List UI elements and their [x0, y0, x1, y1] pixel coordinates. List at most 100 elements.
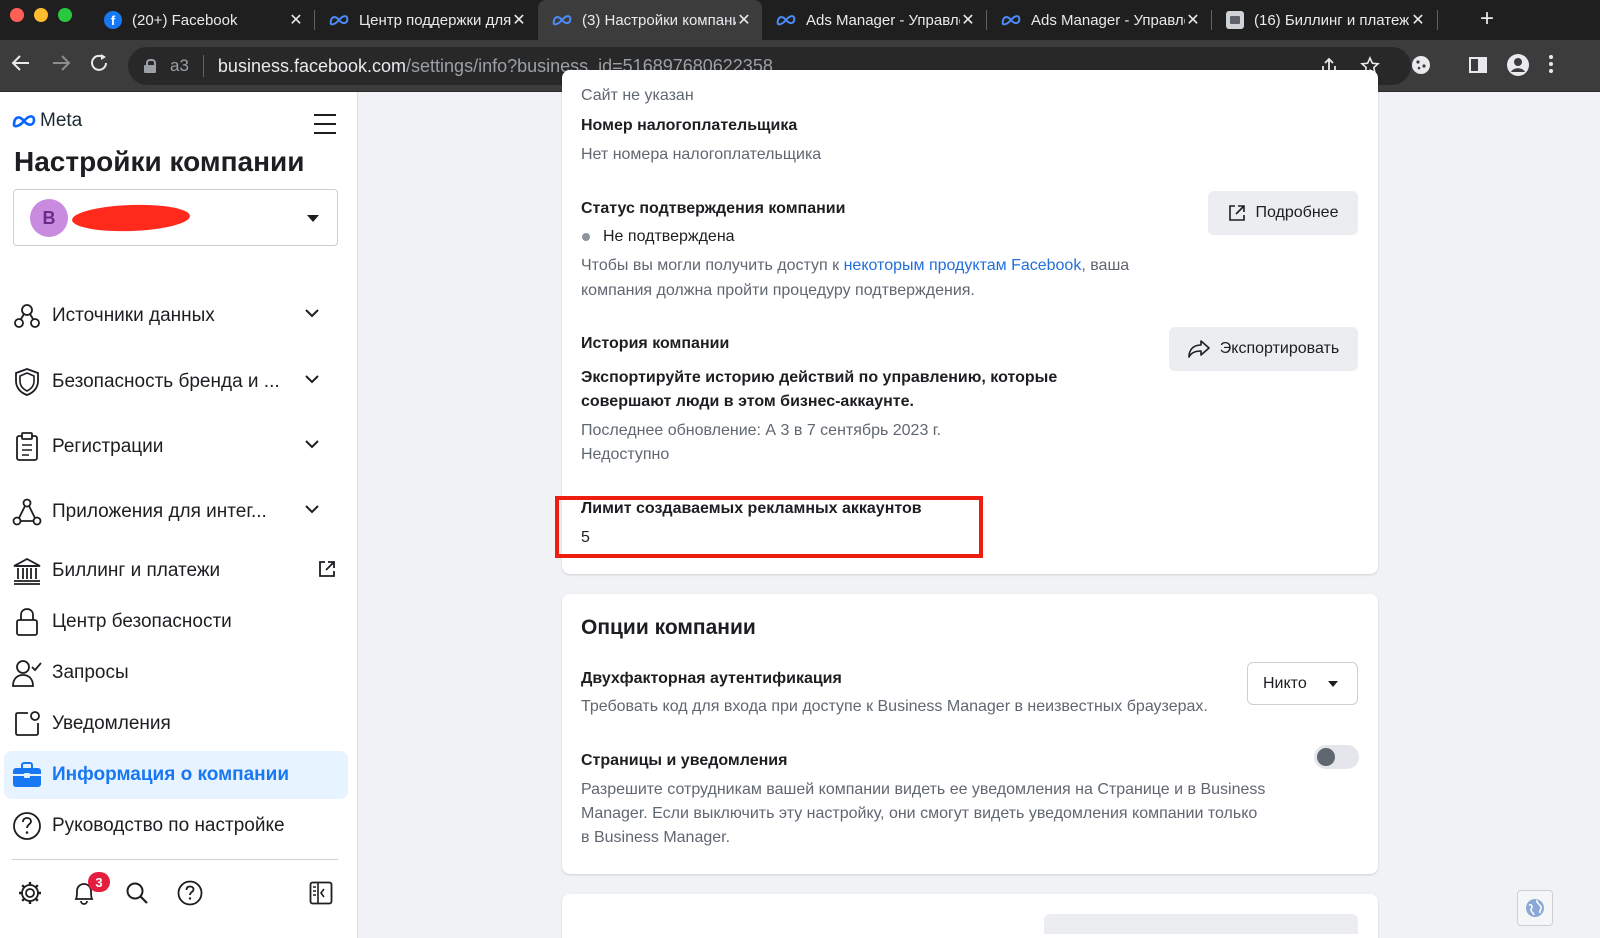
history-description-line2: совершают люди в этом бизнес-аккаунте.	[581, 393, 914, 410]
tab-title: Ads Manager - Управление рекламой	[1031, 11, 1185, 29]
profile-avatar-icon[interactable]	[1506, 53, 1530, 77]
cookie-extension-icon[interactable]	[1410, 54, 1432, 76]
browser-tab[interactable]: (16) Биллинг и платежи ✕	[1212, 0, 1436, 40]
external-link-icon	[319, 561, 335, 577]
browser-tab[interactable]: Ads Manager - Управление рекламой ✕	[762, 0, 986, 40]
briefcase-icon	[12, 760, 42, 790]
close-icon[interactable]: ✕	[1185, 10, 1201, 30]
sidebar-item-notifications[interactable]: Уведомления	[4, 700, 348, 748]
tab-title: Ads Manager - Управление рекламой	[806, 11, 960, 29]
browser-tab-bar: f (20+) Facebook ✕ Центр поддержки для б…	[0, 0, 1600, 40]
chevron-down-icon	[305, 309, 319, 318]
close-icon[interactable]: ✕	[288, 10, 304, 30]
settings-gear-icon[interactable]	[16, 879, 44, 907]
tab-separator	[1437, 10, 1438, 30]
tab-title: (20+) Facebook	[132, 11, 238, 29]
tax-id-label: Номер налогоплательщика	[581, 117, 798, 134]
lock-icon	[12, 607, 42, 637]
business-account-selector[interactable]: B	[13, 189, 338, 246]
browser-tab[interactable]: Ads Manager - Управление рекламой ✕	[987, 0, 1211, 40]
verification-description: Чтобы вы могли получить доступ к некотор…	[581, 257, 1129, 275]
account-avatar: B	[30, 199, 68, 237]
two-factor-select[interactable]: Никто	[1247, 662, 1358, 705]
hamburger-menu-icon[interactable]	[314, 114, 336, 134]
new-tab-button[interactable]: +	[1480, 6, 1494, 32]
sidebar-item-label: Регистрации	[52, 436, 164, 457]
verification-description-line2: компания должна пройти процедуру подтвер…	[581, 282, 975, 299]
sidebar-item-label: Уведомления	[52, 713, 171, 734]
company-history-label: История компании	[581, 335, 730, 352]
lock-icon	[144, 59, 156, 73]
sidebar-item-label: Информация о компании	[52, 764, 289, 785]
shield-icon	[12, 367, 42, 397]
next-card-button[interactable]	[1044, 914, 1358, 934]
redacted-account-name	[71, 202, 191, 234]
forward-arrow-icon[interactable]	[50, 52, 72, 74]
url-host: business.facebook.com	[217, 55, 407, 76]
sidebar-item-label: Приложения для интег...	[52, 501, 267, 522]
settings-sidebar: Meta Настройки компании B Источники данн…	[0, 92, 358, 938]
sidebar-item-data-sources[interactable]: Источники данных	[4, 292, 348, 340]
sidebar-item-setup-guide[interactable]: Руководство по настройке	[4, 802, 348, 850]
meta-logo[interactable]: Meta	[12, 110, 82, 132]
tab-title: Центр поддержки для бизнеса	[359, 11, 511, 29]
export-button[interactable]: Экспортировать	[1169, 327, 1358, 371]
two-factor-description: Требовать код для входа при доступе к Bu…	[581, 698, 1208, 715]
sidebar-item-security-center[interactable]: Центр безопасности	[4, 598, 348, 646]
data-sources-icon	[12, 301, 42, 331]
verification-desc-text: , ваша	[1081, 257, 1130, 274]
history-description-line1: Экспортируйте историю действий по управл…	[581, 369, 1058, 386]
red-highlight-annotation	[555, 496, 983, 558]
close-window-button[interactable]	[10, 8, 24, 22]
profile-chip[interactable]: a3	[170, 56, 189, 76]
reload-icon[interactable]	[88, 52, 110, 74]
tab-title: (3) Настройки компании	[582, 11, 736, 29]
clipboard-icon	[12, 432, 42, 462]
chevron-down-icon	[305, 375, 319, 384]
meta-icon	[552, 15, 572, 26]
sidebar-item-business-info[interactable]: Информация о компании	[4, 751, 348, 799]
tab-title: (16) Биллинг и платежи	[1254, 11, 1410, 29]
search-icon[interactable]	[123, 879, 151, 907]
verification-status-label: Статус подтверждения компании	[581, 200, 846, 217]
close-icon[interactable]: ✕	[960, 10, 976, 30]
help-icon[interactable]	[176, 879, 204, 907]
sidebar-divider	[12, 859, 338, 860]
minimize-window-button[interactable]	[34, 8, 48, 22]
sidebar-item-registrations[interactable]: Регистрации	[4, 423, 348, 471]
meta-icon	[1001, 15, 1021, 26]
sidebar-item-billing[interactable]: Биллинг и платежи	[4, 547, 348, 595]
side-panel-icon[interactable]	[1468, 55, 1488, 75]
sidebar-item-brand-safety[interactable]: Безопасность бренда и ...	[4, 358, 348, 406]
url-separator	[202, 55, 204, 77]
chevron-down-icon	[305, 505, 319, 514]
learn-more-button[interactable]: Подробнее	[1208, 191, 1358, 235]
globe-icon[interactable]	[1517, 890, 1553, 926]
company-options-heading: Опции компании	[581, 616, 756, 639]
meta-icon	[329, 15, 349, 26]
chevron-down-icon	[305, 440, 319, 449]
sidebar-item-label: Центр безопасности	[52, 611, 232, 632]
facebook-products-link[interactable]: некоторым продуктам Facebook	[844, 257, 1082, 274]
browser-tab[interactable]: f (20+) Facebook ✕	[90, 0, 314, 40]
maximize-window-button[interactable]	[58, 8, 72, 22]
external-link-icon	[1228, 205, 1245, 221]
browser-tab-active[interactable]: (3) Настройки компании ✕	[538, 0, 762, 40]
back-arrow-icon[interactable]	[10, 52, 32, 74]
pages-notifications-toggle[interactable]	[1314, 745, 1359, 769]
close-icon[interactable]: ✕	[511, 10, 527, 30]
sidebar-item-requests[interactable]: Запросы	[4, 649, 348, 697]
sidebar-item-label: Руководство по настройке	[52, 815, 285, 836]
close-icon[interactable]: ✕	[1410, 10, 1426, 30]
history-availability: Недоступно	[581, 446, 670, 463]
meta-icon	[776, 15, 796, 26]
sidebar-item-integrations[interactable]: Приложения для интег...	[4, 488, 348, 536]
close-icon[interactable]: ✕	[736, 10, 752, 30]
menu-kebab-icon[interactable]	[1548, 54, 1554, 74]
browser-tab[interactable]: Центр поддержки для бизнеса ✕	[315, 0, 537, 40]
panel-toggle-icon[interactable]	[307, 879, 335, 907]
bank-icon	[12, 556, 42, 586]
caret-down-icon	[1328, 681, 1338, 687]
tax-id-value: Нет номера налогоплательщика	[581, 146, 822, 163]
pages-notifications-desc-line2: Manager. Если выключить эту настройку, о…	[581, 805, 1258, 822]
